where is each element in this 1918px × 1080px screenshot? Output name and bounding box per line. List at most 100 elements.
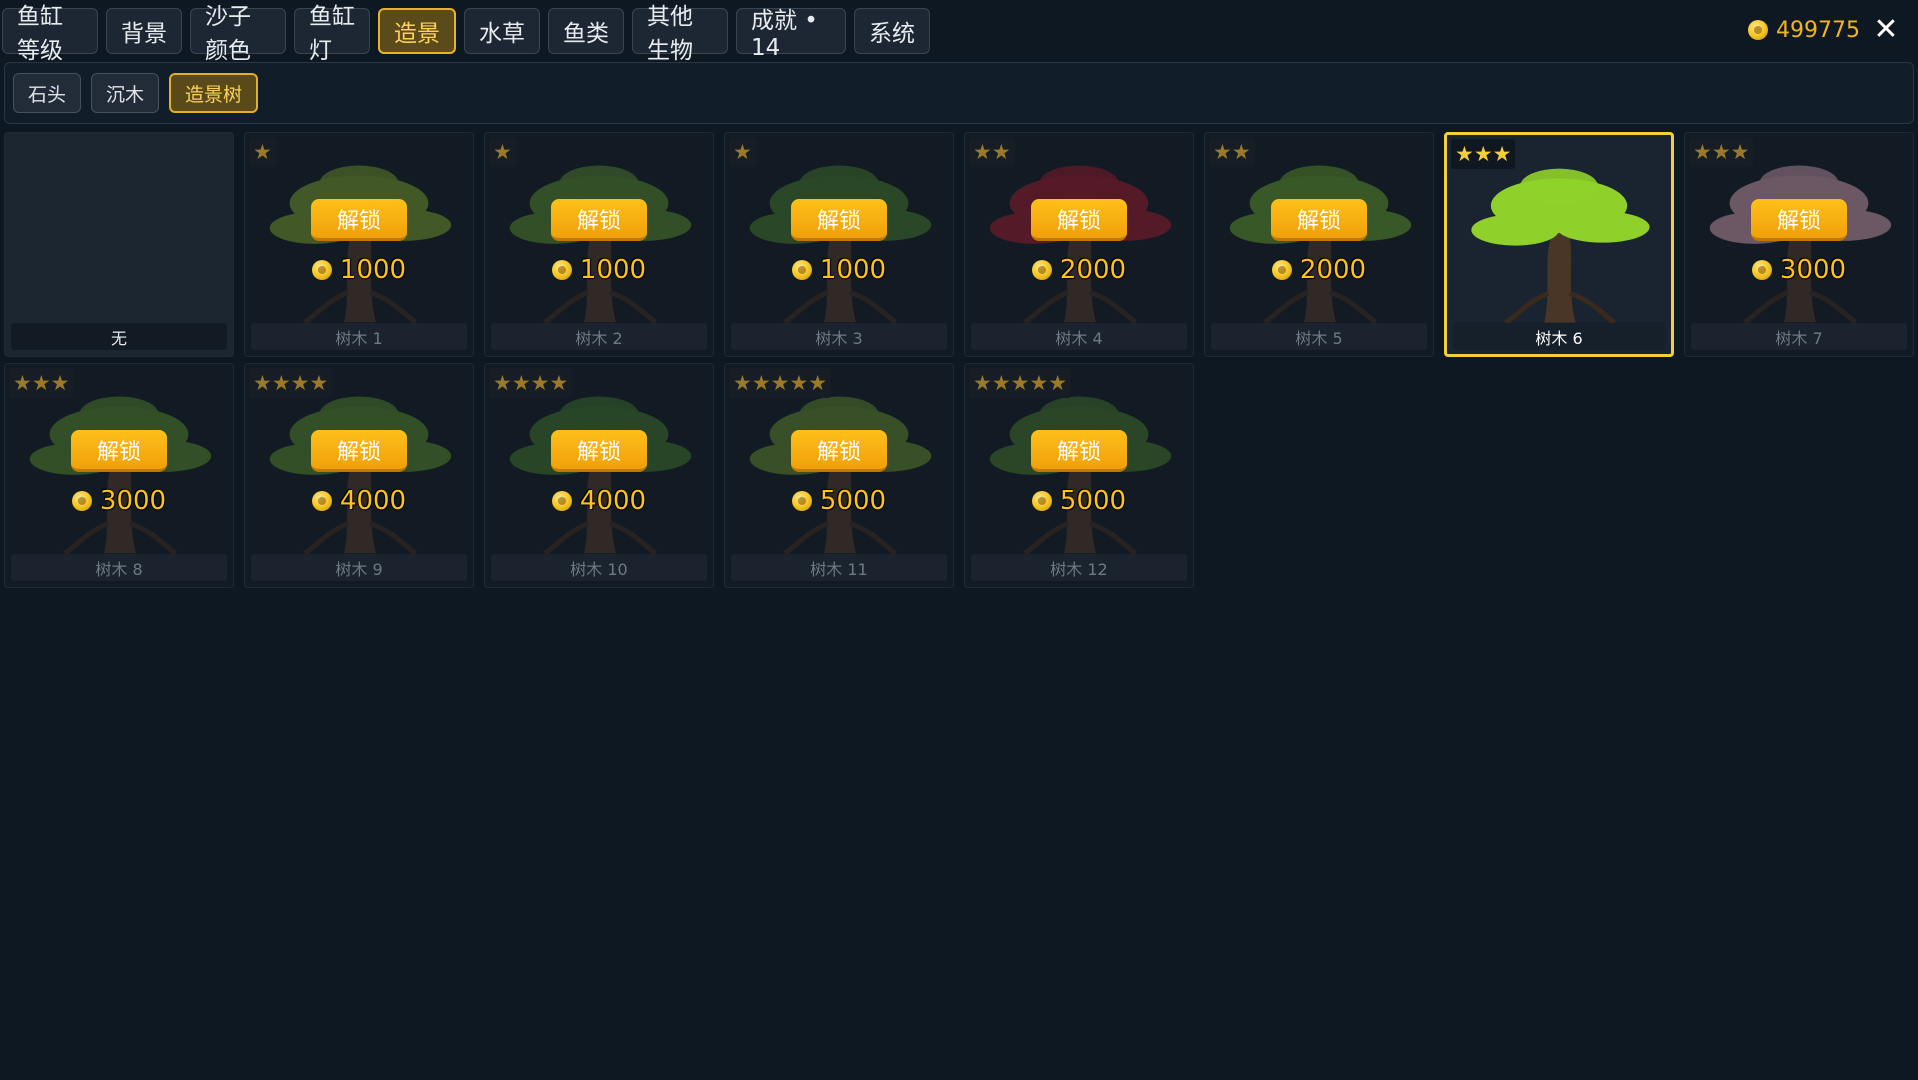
price-amount: 4000: [579, 486, 647, 516]
subtab-driftwood[interactable]: 沉木: [91, 73, 160, 113]
price-amount: 5000: [1059, 486, 1127, 516]
price-amount: 4000: [339, 486, 407, 516]
item-name: 树木 1: [251, 323, 467, 350]
item-card[interactable]: ★★★★ 解锁 4000 树木 9: [244, 363, 474, 588]
tab-fish[interactable]: 鱼类: [548, 8, 624, 54]
tab-aquatic-plants[interactable]: 水草: [464, 8, 540, 54]
item-card[interactable]: ★★★★★ 解锁 5000 树木 12: [964, 363, 1194, 588]
star-rating: ★★★★★: [729, 368, 832, 398]
price-amount: 1000: [339, 255, 407, 285]
price-amount: 3000: [99, 486, 167, 516]
unlock-button[interactable]: 解锁: [551, 430, 647, 472]
star-rating: ★: [729, 137, 756, 167]
subtab-scenic-trees[interactable]: 造景树: [169, 73, 259, 113]
star-rating: ★★★★: [489, 368, 573, 398]
item-name: 树木 4: [971, 323, 1187, 350]
price-amount: 2000: [1059, 255, 1127, 285]
item-name: 树木 5: [1211, 323, 1427, 350]
price-amount: 3000: [1779, 255, 1847, 285]
coin-icon: [1271, 260, 1292, 280]
tab-achievements[interactable]: 成就 • 14: [736, 8, 846, 61]
close-icon[interactable]: ✕: [1868, 10, 1904, 48]
coin-icon: [791, 260, 812, 280]
item-card[interactable]: ★★ 解锁 2000 树木 4: [964, 132, 1194, 357]
price-tag: 4000: [485, 486, 713, 516]
unlock-button[interactable]: 解锁: [791, 199, 887, 241]
item-name: 无: [11, 323, 227, 350]
price-amount: 2000: [1299, 255, 1367, 285]
price-tag: 5000: [725, 486, 953, 516]
unlock-button[interactable]: 解锁: [311, 199, 407, 241]
item-name: 树木 8: [11, 554, 227, 581]
star-rating: ★: [489, 137, 516, 167]
coin-icon: [1031, 260, 1052, 280]
coin-icon: [551, 491, 572, 511]
item-name: 树木 7: [1691, 323, 1907, 350]
unlock-button[interactable]: 解锁: [311, 430, 407, 472]
coin-icon: [311, 260, 332, 280]
coin-icon: [791, 491, 812, 511]
coin-balance: 499775: [1748, 13, 1860, 47]
tab-background[interactable]: 背景: [106, 8, 182, 54]
top-tab-bar: 鱼缸等级 背景 沙子颜色 鱼缸灯 造景 水草 鱼类 其他生物 成就 • 14 系…: [0, 0, 1918, 64]
tab-sand-color[interactable]: 沙子颜色: [190, 4, 286, 64]
star-rating: ★: [249, 137, 276, 167]
subtab-stones[interactable]: 石头: [13, 73, 82, 113]
price-tag: 4000: [245, 486, 473, 516]
price-tag: 3000: [5, 486, 233, 516]
unlock-button[interactable]: 解锁: [1031, 199, 1127, 241]
price-tag: 5000: [965, 486, 1193, 516]
tab-tank-level[interactable]: 鱼缸等级: [2, 4, 98, 64]
unlock-button[interactable]: 解锁: [1031, 430, 1127, 472]
price-tag: 3000: [1685, 255, 1913, 285]
price-tag: 2000: [1205, 255, 1433, 285]
coin-icon: [1031, 491, 1052, 511]
tab-system[interactable]: 系统: [854, 8, 930, 54]
item-card[interactable]: ★★★★ 解锁 4000 树木 10: [484, 363, 714, 588]
item-name: 树木 12: [971, 554, 1187, 581]
item-card[interactable]: ★ 解锁 1000 树木 1: [244, 132, 474, 357]
star-rating: ★★★★★: [969, 368, 1072, 398]
item-card[interactable]: ★★★ 树木 6: [1444, 132, 1674, 357]
price-tag: 1000: [485, 255, 713, 285]
star-rating: ★★: [1209, 137, 1255, 167]
price-amount: 1000: [579, 255, 647, 285]
item-name: 树木 10: [491, 554, 707, 581]
tab-tank-light[interactable]: 鱼缸灯: [294, 4, 370, 64]
star-rating: ★★★: [1689, 137, 1754, 167]
item-card[interactable]: ★ 解锁 1000 树木 2: [484, 132, 714, 357]
unlock-button[interactable]: 解锁: [1751, 199, 1847, 241]
coin-icon: [551, 260, 572, 280]
item-name: 树木 2: [491, 323, 707, 350]
coin-icon: [1748, 20, 1769, 40]
sub-category-bar: 石头 沉木 造景树: [4, 62, 1914, 124]
item-card[interactable]: ★ 解锁 1000 树木 3: [724, 132, 954, 357]
tab-other-creatures[interactable]: 其他生物: [632, 4, 728, 64]
tab-decoration[interactable]: 造景: [378, 8, 456, 54]
unlock-button[interactable]: 解锁: [71, 430, 167, 472]
item-card[interactable]: 无: [4, 132, 234, 357]
item-card[interactable]: ★★★★★ 解锁 5000 树木 11: [724, 363, 954, 588]
price-tag: 1000: [245, 255, 473, 285]
item-name: 树木 6: [1453, 323, 1665, 350]
item-card[interactable]: ★★★ 解锁 3000 树木 8: [4, 363, 234, 588]
coin-icon: [311, 491, 332, 511]
item-card[interactable]: ★★★ 解锁 3000 树木 7: [1684, 132, 1914, 357]
item-name: 树木 3: [731, 323, 947, 350]
coin-amount: 499775: [1776, 17, 1860, 43]
unlock-button[interactable]: 解锁: [551, 199, 647, 241]
price-amount: 5000: [819, 486, 887, 516]
coin-icon: [1751, 260, 1772, 280]
star-rating: ★★: [969, 137, 1015, 167]
item-card[interactable]: ★★ 解锁 2000 树木 5: [1204, 132, 1434, 357]
coin-icon: [71, 491, 92, 511]
star-rating: ★★★: [9, 368, 74, 398]
unlock-button[interactable]: 解锁: [1271, 199, 1367, 241]
item-name: 树木 9: [251, 554, 467, 581]
price-amount: 1000: [819, 255, 887, 285]
star-rating: ★★★: [1451, 139, 1516, 169]
price-tag: 1000: [725, 255, 953, 285]
price-tag: 2000: [965, 255, 1193, 285]
unlock-button[interactable]: 解锁: [791, 430, 887, 472]
item-name: 树木 11: [731, 554, 947, 581]
